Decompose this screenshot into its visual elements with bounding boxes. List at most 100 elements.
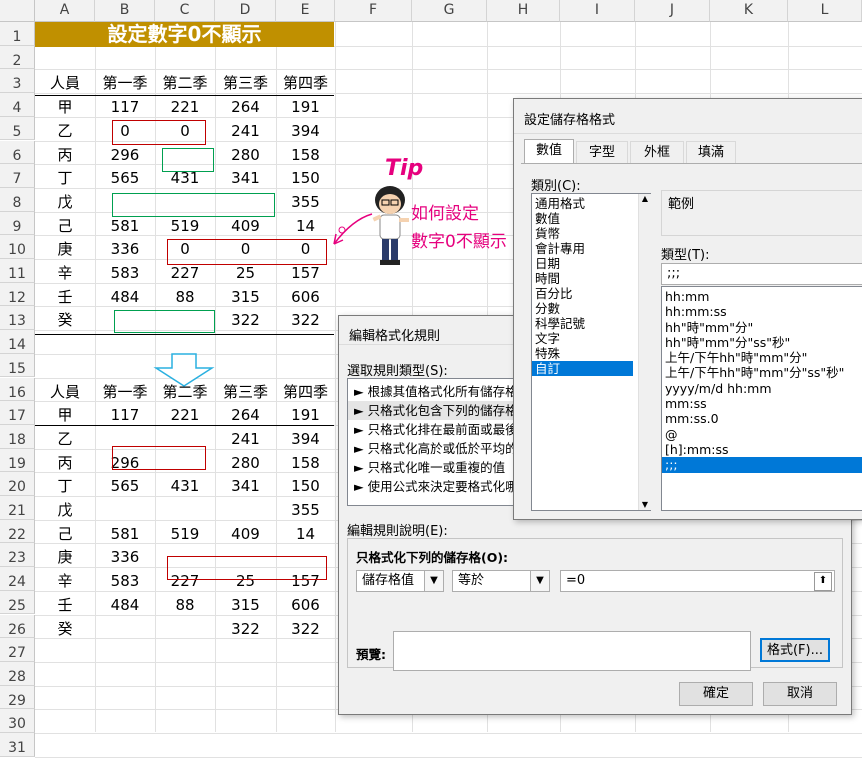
table-cell[interactable]: 庚 bbox=[35, 545, 95, 569]
table-cell[interactable]: 431 bbox=[155, 474, 215, 498]
column-header[interactable]: G bbox=[412, 0, 487, 22]
table-cell[interactable]: 88 bbox=[155, 593, 215, 617]
table-cell[interactable]: 乙 bbox=[35, 427, 95, 451]
type-item[interactable]: hh:mm:ss bbox=[662, 304, 862, 319]
table-cell[interactable]: 315 bbox=[215, 285, 276, 309]
row-header[interactable]: 27 bbox=[0, 638, 35, 662]
row-header[interactable]: 18 bbox=[0, 424, 35, 449]
row-header[interactable]: 5 bbox=[0, 116, 35, 141]
type-item[interactable]: mm:ss.0 bbox=[662, 411, 862, 426]
table-cell[interactable]: 394 bbox=[276, 427, 335, 451]
scroll-down-icon[interactable]: ▼ bbox=[639, 500, 651, 510]
cancel-button[interactable]: 取消 bbox=[763, 682, 837, 706]
table-cell[interactable]: 296 bbox=[95, 143, 155, 167]
type-item[interactable]: 上午/下午hh"時"mm"分" bbox=[662, 350, 862, 365]
row-header[interactable]: 14 bbox=[0, 330, 35, 354]
table-cell[interactable]: 丁 bbox=[35, 166, 95, 190]
table-cell[interactable]: 606 bbox=[276, 285, 335, 309]
table-cell[interactable]: 581 bbox=[95, 522, 155, 546]
chevron-down-icon[interactable]: ▼ bbox=[530, 571, 549, 591]
table-header-cell[interactable]: 第三季 bbox=[215, 71, 276, 95]
table-cell[interactable]: 565 bbox=[95, 166, 155, 190]
table-cell[interactable]: 394 bbox=[276, 119, 335, 143]
table-cell[interactable]: 280 bbox=[215, 143, 276, 167]
cell-value-combo[interactable]: 儲存格值 ▼ bbox=[356, 570, 444, 592]
column-header[interactable]: F bbox=[335, 0, 412, 22]
table-cell[interactable]: 221 bbox=[155, 95, 215, 119]
table-header-cell[interactable]: 第二季 bbox=[155, 71, 215, 95]
table-cell[interactable]: 336 bbox=[95, 237, 155, 261]
table-cell[interactable]: 壬 bbox=[35, 593, 95, 617]
table-cell[interactable]: 519 bbox=[155, 522, 215, 546]
row-header[interactable]: 4 bbox=[0, 93, 35, 117]
row-header[interactable]: 13 bbox=[0, 306, 35, 331]
table-cell[interactable] bbox=[95, 617, 155, 641]
table-cell[interactable]: 409 bbox=[215, 214, 276, 238]
category-item[interactable]: 時間 bbox=[532, 271, 633, 286]
column-header[interactable]: B bbox=[95, 0, 155, 22]
table-cell[interactable] bbox=[95, 498, 155, 522]
table-cell[interactable]: 戊 bbox=[35, 498, 95, 522]
type-list[interactable]: hh:mm hh:mm:ss hh"時"mm"分" hh"時"mm"分"ss"秒" 上午… bbox=[661, 286, 862, 511]
table-cell[interactable]: 14 bbox=[276, 522, 335, 546]
row-header[interactable]: 24 bbox=[0, 567, 35, 591]
category-item[interactable]: 會計專用 bbox=[532, 241, 633, 256]
type-item[interactable]: [h]:mm:ss bbox=[662, 442, 862, 457]
row-header[interactable]: 11 bbox=[0, 259, 35, 283]
table-cell[interactable]: 癸 bbox=[35, 617, 95, 641]
table-cell[interactable]: 322 bbox=[215, 308, 276, 332]
table-cell[interactable]: 150 bbox=[276, 166, 335, 190]
table-cell[interactable]: 158 bbox=[276, 143, 335, 167]
rule-type-item[interactable]: ► 根據其值格式化所有儲存格 bbox=[348, 382, 516, 401]
table-cell[interactable]: 191 bbox=[276, 95, 335, 119]
table-cell[interactable]: 191 bbox=[276, 403, 335, 427]
table-cell[interactable]: 581 bbox=[95, 214, 155, 238]
table-cell[interactable]: 221 bbox=[155, 403, 215, 427]
tab-2[interactable]: 外框 bbox=[630, 141, 684, 163]
column-header[interactable]: E bbox=[276, 0, 335, 22]
type-item[interactable]: ;;; bbox=[662, 457, 862, 473]
table-cell[interactable]: 565 bbox=[95, 474, 155, 498]
row-header[interactable]: 21 bbox=[0, 496, 35, 520]
column-header[interactable]: C bbox=[155, 0, 215, 22]
table-cell[interactable]: 484 bbox=[95, 285, 155, 309]
category-item[interactable]: 貨幣 bbox=[532, 226, 633, 241]
table-cell[interactable]: 117 bbox=[95, 403, 155, 427]
table-cell[interactable]: 519 bbox=[155, 214, 215, 238]
table-cell[interactable]: 409 bbox=[215, 522, 276, 546]
category-list[interactable]: 通用格式 數值 貨幣 會計專用 日期 時間 百分比 分數 科學記號 文字 特殊 自訂 bbox=[531, 193, 651, 511]
table-cell[interactable]: 280 bbox=[215, 451, 276, 475]
table-cell[interactable]: 355 bbox=[276, 190, 335, 214]
table-header-cell[interactable]: 第三季 bbox=[215, 380, 276, 404]
category-item[interactable]: 文字 bbox=[532, 331, 633, 346]
table-cell[interactable]: 庚 bbox=[35, 237, 95, 261]
table-cell[interactable]: 117 bbox=[95, 95, 155, 119]
table-cell[interactable]: 264 bbox=[215, 95, 276, 119]
table-header-cell[interactable]: 第四季 bbox=[276, 380, 335, 404]
row-header[interactable]: 2 bbox=[0, 45, 35, 70]
category-item[interactable]: 分數 bbox=[532, 301, 633, 316]
table-cell[interactable]: 己 bbox=[35, 214, 95, 238]
row-header[interactable]: 26 bbox=[0, 614, 35, 639]
column-header[interactable]: D bbox=[215, 0, 276, 22]
table-cell[interactable]: 583 bbox=[95, 261, 155, 285]
row-header[interactable]: 7 bbox=[0, 164, 35, 188]
rule-type-item[interactable]: ► 只格式化高於或低於平均的 bbox=[348, 439, 516, 458]
tab-3[interactable]: 填滿 bbox=[686, 141, 736, 163]
column-header[interactable]: A bbox=[35, 0, 95, 22]
table-cell[interactable]: 341 bbox=[215, 166, 276, 190]
row-header[interactable]: 23 bbox=[0, 543, 35, 568]
table-cell[interactable]: 150 bbox=[276, 474, 335, 498]
type-item[interactable]: @ bbox=[662, 427, 862, 442]
row-header[interactable]: 12 bbox=[0, 282, 35, 307]
table-cell[interactable]: 丁 bbox=[35, 474, 95, 498]
table-cell[interactable]: 158 bbox=[276, 451, 335, 475]
table-cell[interactable] bbox=[215, 498, 276, 522]
row-header[interactable]: 28 bbox=[0, 661, 35, 686]
type-item[interactable]: hh:mm bbox=[662, 289, 862, 304]
table-cell[interactable]: 241 bbox=[215, 119, 276, 143]
category-scrollbar[interactable]: ▲ ▼ bbox=[638, 194, 651, 510]
table-cell[interactable]: 484 bbox=[95, 593, 155, 617]
row-header[interactable]: 20 bbox=[0, 472, 35, 496]
value-input[interactable]: =0 ⬆ bbox=[560, 570, 835, 592]
